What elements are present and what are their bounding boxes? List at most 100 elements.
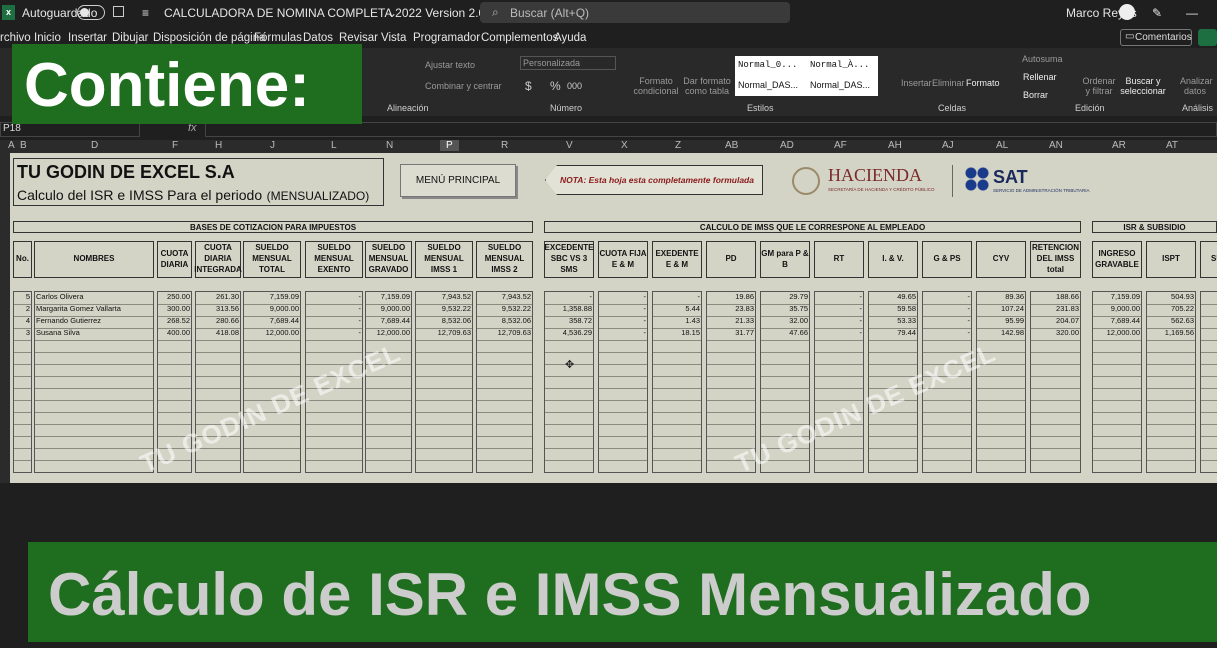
table-cell[interactable]: 12,709.63 <box>478 328 531 337</box>
customize-qat-icon[interactable]: ≡ <box>142 6 149 20</box>
table-cell[interactable]: 204.07 <box>1032 316 1079 325</box>
table-cell[interactable]: 7,943.52 <box>478 292 531 301</box>
number-format-select[interactable]: Personalizada <box>520 56 616 70</box>
worksheet[interactable]: TU GODIN DE EXCEL S.A Calculo del ISR e … <box>0 153 1217 483</box>
table-cell[interactable]: - <box>924 292 971 301</box>
table-cell[interactable]: - <box>546 292 593 301</box>
table-cell[interactable]: - <box>307 304 362 313</box>
table-cell[interactable]: 250.00 <box>159 292 190 301</box>
table-cell[interactable]: - <box>600 328 647 337</box>
table-cell[interactable]: - <box>816 328 863 337</box>
table-cell[interactable]: - <box>600 316 647 325</box>
col-AL[interactable]: AL <box>996 140 1008 151</box>
table-cell[interactable]: 49.65 <box>870 292 916 301</box>
style-item[interactable]: Normal_DAS... <box>810 80 870 90</box>
table-cell[interactable]: 31.77 <box>708 328 754 337</box>
table-cell[interactable]: - <box>816 316 863 325</box>
table-cell[interactable]: 4 <box>15 316 30 325</box>
thousands-icon[interactable]: 000 <box>567 81 582 91</box>
table-cell[interactable]: 12,709.63 <box>417 328 471 337</box>
table-cell[interactable]: 9,000.00 <box>245 304 299 313</box>
col-AN[interactable]: AN <box>1049 140 1063 151</box>
save-icon[interactable] <box>113 6 124 17</box>
table-cell[interactable]: 8,532.06 <box>478 316 531 325</box>
table-cell[interactable]: 7,159.09 <box>367 292 410 301</box>
table-cell[interactable]: - <box>600 304 647 313</box>
table-cell[interactable]: 18.15 <box>654 328 700 337</box>
table-cell[interactable]: - <box>307 292 362 301</box>
tab-dibujar[interactable]: Dibujar <box>112 32 148 44</box>
table-cell[interactable]: 313.56 <box>197 304 239 313</box>
table-cell[interactable]: - <box>924 304 971 313</box>
table-cell[interactable]: 12,000.00 <box>245 328 299 337</box>
col-F[interactable]: F <box>172 140 178 151</box>
col-AH[interactable]: AH <box>888 140 902 151</box>
table-cell[interactable]: 280.66 <box>197 316 239 325</box>
table-cell[interactable]: 9,532.22 <box>417 304 471 313</box>
tab-formulas[interactable]: Fórmulas <box>254 32 302 44</box>
table-cell[interactable]: 358.72 <box>546 316 592 325</box>
col-AF[interactable]: AF <box>834 140 847 151</box>
delete-cells-button[interactable]: Eliminar <box>932 78 965 88</box>
avatar[interactable] <box>1119 4 1135 20</box>
tab-datos[interactable]: Datos <box>303 32 333 44</box>
style-item[interactable]: Normal_À... <box>810 60 869 70</box>
col-V[interactable]: V <box>566 140 573 151</box>
autosave-toggle[interactable] <box>77 5 105 20</box>
table-cell[interactable]: 261.30 <box>197 292 239 301</box>
minimize-icon[interactable]: — <box>1186 6 1198 20</box>
percent-icon[interactable]: % <box>550 79 561 93</box>
table-cell[interactable]: 8,532.06 <box>417 316 471 325</box>
wrap-text-button[interactable]: Ajustar texto <box>425 60 475 70</box>
table-cell[interactable]: - <box>307 316 362 325</box>
table-cell[interactable]: 9,532.22 <box>478 304 531 313</box>
table-cell[interactable]: 23.83 <box>708 304 754 313</box>
conditional-format-button[interactable]: Formato condicional <box>631 76 681 96</box>
col-D[interactable]: D <box>91 140 98 151</box>
col-A[interactable]: A <box>8 140 15 151</box>
table-cell[interactable]: 7,159.09 <box>245 292 299 301</box>
table-cell[interactable]: 188.66 <box>1032 292 1079 301</box>
table-cell[interactable]: 268.52 <box>159 316 190 325</box>
col-AT[interactable]: AT <box>1166 140 1178 151</box>
table-cell[interactable]: 1.43 <box>654 316 700 325</box>
tab-archivo[interactable]: rchivo <box>0 32 31 44</box>
table-cell[interactable]: 231.83 <box>1032 304 1079 313</box>
search-box[interactable]: ⌕ Buscar (Alt+Q) <box>480 2 790 23</box>
col-Z[interactable]: Z <box>675 140 681 151</box>
table-cell[interactable]: 5 <box>15 292 30 301</box>
table-cell[interactable]: 504.93 <box>1148 292 1194 301</box>
col-J[interactable]: J <box>270 140 275 151</box>
autosum-button[interactable]: Autosuma <box>1022 54 1063 64</box>
table-cell[interactable]: 1,358.88 <box>546 304 592 313</box>
format-cells-button[interactable]: Formato <box>966 78 1000 88</box>
table-cell[interactable]: 7,689.44 <box>245 316 299 325</box>
table-cell[interactable]: 7,943.52 <box>417 292 471 301</box>
table-cell[interactable]: 21.33 <box>708 316 754 325</box>
table-cell[interactable]: 400.00 <box>159 328 190 337</box>
table-cell[interactable]: 107.24 <box>978 304 1024 313</box>
col-L[interactable]: L <box>331 140 337 151</box>
table-cell[interactable]: 79.44 <box>870 328 916 337</box>
table-cell[interactable]: 9,000.00 <box>367 304 410 313</box>
table-cell[interactable]: - <box>924 328 971 337</box>
col-H[interactable]: H <box>215 140 222 151</box>
styles-gallery[interactable]: Normal_0... Normal_À... Normal_DAS... No… <box>735 56 878 96</box>
analyze-data-button[interactable]: Analizar datos <box>1180 76 1213 96</box>
chevron-down-icon[interactable]: ⌄ <box>387 6 397 20</box>
table-cell[interactable]: 29.79 <box>762 292 808 301</box>
tab-revisar[interactable]: Revisar <box>339 32 378 44</box>
table-cell[interactable]: 705.22 <box>1148 304 1194 313</box>
share-button[interactable] <box>1198 29 1217 46</box>
tab-ayuda[interactable]: Ayuda <box>554 32 586 44</box>
tab-insertar[interactable]: Insertar <box>68 32 107 44</box>
table-cell[interactable]: 59.58 <box>870 304 916 313</box>
clear-button[interactable]: Borrar <box>1023 90 1048 100</box>
main-menu-button[interactable]: MENÚ PRINCIPAL <box>400 164 516 197</box>
col-P[interactable]: P <box>440 140 459 151</box>
name-box[interactable]: P18 <box>0 122 140 137</box>
table-cell[interactable]: 3 <box>15 328 30 337</box>
table-cell[interactable]: - <box>307 328 362 337</box>
table-cell[interactable]: - <box>816 304 863 313</box>
col-R[interactable]: R <box>501 140 508 151</box>
